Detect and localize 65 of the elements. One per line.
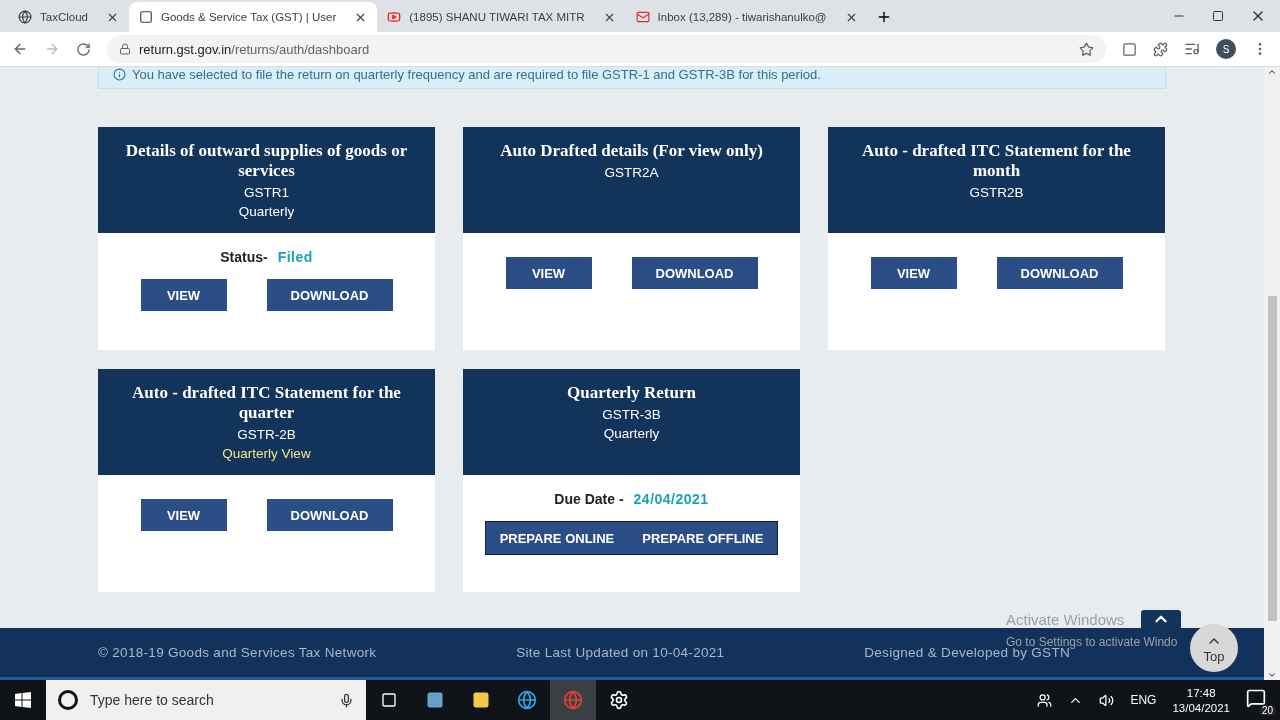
settings-icon[interactable] (609, 690, 629, 710)
card-title: Auto - drafted ITC Statement for the month (861, 141, 1132, 181)
taskbar-search-bar[interactable]: Type here to search (46, 680, 366, 720)
windows-start-icon[interactable] (15, 692, 31, 708)
status-label: Status- (220, 249, 268, 265)
scroll-up-icon[interactable] (1267, 67, 1277, 77)
copyright-text: © 2018-19 Goods and Services Tax Network (98, 645, 377, 660)
clock-time[interactable]: 17:48 (1186, 686, 1216, 699)
activation-title: Activate Windows (1006, 611, 1125, 628)
action-button[interactable]: VIEW (140, 499, 227, 531)
people-icon[interactable] (1037, 692, 1053, 708)
period-label: Quarterly (603, 426, 660, 441)
action-button[interactable]: DOWNLOAD (266, 499, 393, 531)
mail-icon (635, 10, 650, 24)
microphone-icon[interactable] (339, 692, 354, 708)
last-updated-text: Site Last Updated on 10-04-2021 (516, 645, 725, 660)
lock-icon (119, 43, 131, 55)
action-button[interactable]: VIEW (870, 257, 957, 289)
browser-tab[interactable]: (1895) SHANU TIWARI TAX MITR (377, 2, 626, 32)
video-icon (387, 10, 402, 24)
search-field[interactable]: Type here to search (88, 691, 329, 709)
browser-tab[interactable]: TaxCloud (8, 2, 129, 32)
card-title: Details of outward supplies of goods or services (124, 141, 409, 181)
clock-date[interactable]: 13/04/2021 (1172, 701, 1230, 714)
status-value: Filed (277, 249, 313, 265)
restore-icon[interactable] (1212, 10, 1224, 22)
due-date-value: 24/04/2021 (633, 491, 709, 507)
action-button[interactable]: PREPARE ONLINE (485, 522, 629, 554)
action-button[interactable]: DOWNLOAD (996, 257, 1123, 289)
info-icon (113, 67, 126, 81)
puzzle-icon[interactable] (1153, 41, 1168, 57)
language-indicator[interactable]: ENG (1130, 693, 1157, 707)
browser-tab[interactable]: Inbox (13,289) - tiwarishanulko@ (625, 2, 868, 32)
profile-avatar[interactable]: S (1216, 39, 1236, 59)
form-code: GSTR-2B (237, 427, 296, 442)
scrollbar-thumb[interactable] (1267, 296, 1277, 621)
globe-icon (18, 10, 32, 24)
period-label: Quarterly (238, 204, 295, 219)
form-code: GSTR2A (604, 165, 659, 180)
card-title: Auto Drafted details (For view only) (500, 141, 763, 161)
action-button[interactable]: VIEW (140, 279, 227, 311)
address-bar[interactable]: return.gst.gov.in/returns/auth/dashboard (107, 35, 1106, 63)
browser-tab[interactable]: Goods & Service Tax (GST) | User (128, 2, 378, 32)
notification-icon[interactable] (1246, 688, 1266, 708)
reload-icon[interactable] (76, 41, 91, 57)
star-icon[interactable] (1079, 41, 1094, 57)
notification-count: 20 (1258, 705, 1276, 716)
form-code: GSTR-3B (602, 407, 661, 422)
due-date-label: Due Date - (554, 491, 624, 507)
action-button[interactable]: VIEW (505, 257, 592, 289)
playlist-icon[interactable] (1184, 41, 1200, 57)
back-icon[interactable] (12, 41, 28, 57)
card-title: Quarterly Return (567, 383, 696, 403)
period-label: Quarterly View (222, 446, 311, 461)
info-notice: You have selected to file the return on quarterly frequency and are required to file GSTR-1 and GSTR-3B for this period. (98, 67, 1166, 89)
action-button[interactable]: PREPARE OFFLINE (628, 522, 778, 554)
action-button[interactable]: DOWNLOAD (266, 279, 393, 311)
cortana-icon (58, 690, 78, 710)
action-button[interactable]: DOWNLOAD (631, 257, 758, 289)
form-code: GSTR2B (969, 185, 1024, 200)
form-code: GSTR1 (244, 185, 289, 200)
scroll-down-icon[interactable] (1267, 670, 1277, 680)
scroll-top-tab[interactable] (1141, 610, 1181, 631)
card-title: Auto - drafted ITC Statement for the quarter (131, 383, 402, 423)
volume-icon[interactable] (1099, 692, 1115, 708)
